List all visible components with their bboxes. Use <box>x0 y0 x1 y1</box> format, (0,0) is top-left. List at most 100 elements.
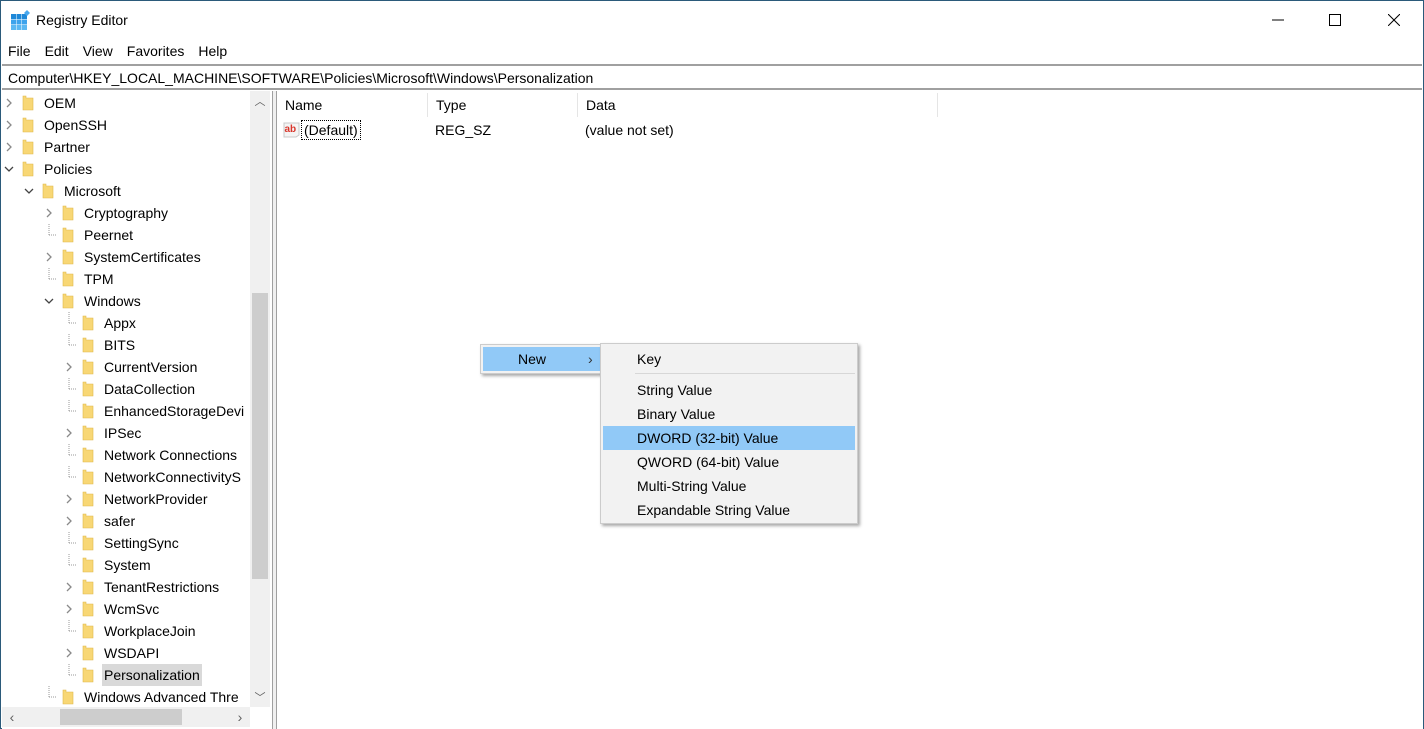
chevron-down-icon[interactable] <box>22 180 36 202</box>
close-button[interactable] <box>1365 1 1423 39</box>
folder-icon <box>82 491 94 507</box>
menu-view[interactable]: View <box>83 43 113 59</box>
chevron-right-icon[interactable] <box>2 114 16 136</box>
folder-icon <box>22 95 34 111</box>
address-bar[interactable]: Computer\HKEY_LOCAL_MACHINE\SOFTWARE\Pol… <box>2 64 1422 90</box>
tree-item-label: Windows <box>84 293 141 309</box>
submenu-multi-string-value[interactable]: Multi-String Value <box>603 474 855 498</box>
context-menu-new[interactable]: New › <box>483 347 602 371</box>
tree-item-label: TPM <box>84 271 114 287</box>
value-name-cell[interactable]: ab (Default) <box>283 119 361 141</box>
tree-item[interactable]: Cryptography <box>42 202 170 224</box>
chevron-right-icon[interactable] <box>62 488 76 510</box>
chevron-right-icon[interactable] <box>2 92 16 114</box>
tree-connector <box>62 312 76 334</box>
tree-item-label: Appx <box>104 315 136 331</box>
column-header-name[interactable]: Name <box>277 93 428 117</box>
chevron-right-icon[interactable] <box>62 356 76 378</box>
chevron-down-icon[interactable] <box>2 158 16 180</box>
tree-item[interactable]: TPM <box>42 268 116 290</box>
tree-item[interactable]: SettingSync <box>62 532 181 554</box>
chevron-right-icon[interactable] <box>42 246 56 268</box>
tree-item[interactable]: DataCollection <box>62 378 197 400</box>
tree-horizontal-scroll-thumb[interactable] <box>60 709 182 725</box>
new-label: New <box>518 351 547 367</box>
tree-item[interactable]: Personalization <box>62 664 202 686</box>
scroll-right-arrow-icon[interactable]: › <box>230 707 250 727</box>
tree-item[interactable]: BITS <box>62 334 137 356</box>
folder-icon <box>82 359 94 375</box>
tree-item-label: OpenSSH <box>44 117 108 133</box>
tree-item-label: SystemCertificates <box>84 249 201 265</box>
tree-vertical-scrollbar[interactable]: ︿ ﹀ <box>250 91 270 707</box>
submenu-separator <box>635 373 855 374</box>
tree-horizontal-scrollbar[interactable]: ‹ › <box>2 707 250 727</box>
value-type: REG_SZ <box>435 122 492 138</box>
folder-icon <box>82 623 94 639</box>
maximize-button[interactable] <box>1306 1 1364 39</box>
menu-file[interactable]: File <box>8 43 31 59</box>
tree-item[interactable]: Peernet <box>42 224 135 246</box>
chevron-right-icon[interactable] <box>62 422 76 444</box>
tree-connector <box>62 532 76 554</box>
tree-item[interactable]: NetworkProvider <box>62 488 209 510</box>
tree-item[interactable]: Appx <box>62 312 138 334</box>
menu-favorites[interactable]: Favorites <box>127 43 185 59</box>
column-header-type[interactable]: Type <box>428 93 578 117</box>
tree-item[interactable]: Windows Advanced Thre <box>42 686 241 708</box>
tree-item[interactable]: Policies <box>2 158 94 180</box>
folder-icon <box>82 579 94 595</box>
tree-item[interactable]: System <box>62 554 153 576</box>
tree-item[interactable]: WSDAPI <box>62 642 161 664</box>
tree-item[interactable]: WcmSvc <box>62 598 161 620</box>
submenu-string-value[interactable]: String Value <box>603 378 855 402</box>
submenu-key[interactable]: Key <box>603 347 855 371</box>
tree-connector <box>62 378 76 400</box>
chevron-right-icon[interactable] <box>62 642 76 664</box>
tree-item[interactable]: NetworkConnectivityS <box>62 466 243 488</box>
folder-icon <box>82 425 94 441</box>
tree-item[interactable]: IPSec <box>62 422 143 444</box>
scroll-up-arrow-icon[interactable]: ︿ <box>250 91 270 111</box>
tree-item-label: CurrentVersion <box>104 359 198 375</box>
tree-item[interactable]: Partner <box>2 136 92 158</box>
tree-vertical-scroll-thumb[interactable] <box>252 293 268 579</box>
registry-editor-window: Registry Editor File Edit View Favorites… <box>0 0 1424 729</box>
chevron-right-icon[interactable] <box>62 576 76 598</box>
chevron-right-icon[interactable] <box>62 510 76 532</box>
menu-help[interactable]: Help <box>198 43 227 59</box>
tree-item-label: Policies <box>44 161 93 177</box>
title-bar[interactable]: Registry Editor <box>1 1 1423 39</box>
submenu-expandable-string-value[interactable]: Expandable String Value <box>603 498 855 522</box>
tree-connector <box>62 334 76 356</box>
tree-item[interactable]: WorkplaceJoin <box>62 620 198 642</box>
column-header-data[interactable]: Data <box>578 93 938 117</box>
tree-item[interactable]: SystemCertificates <box>42 246 203 268</box>
submenu-qword-value[interactable]: QWORD (64-bit) Value <box>603 450 855 474</box>
tree-item-label: WSDAPI <box>104 645 160 661</box>
tree-item[interactable]: OpenSSH <box>2 114 109 136</box>
tree-item[interactable]: CurrentVersion <box>62 356 199 378</box>
submenu-dword-value[interactable]: DWORD (32-bit) Value <box>603 426 855 450</box>
scroll-down-arrow-icon[interactable]: ﹀ <box>250 687 270 707</box>
menu-bar: File Edit View Favorites Help <box>1 39 1423 63</box>
minimize-button[interactable] <box>1249 1 1307 39</box>
tree-item[interactable]: Windows <box>42 290 143 312</box>
tree-item[interactable]: OEM <box>2 92 78 114</box>
chevron-right-icon[interactable] <box>62 598 76 620</box>
folder-icon <box>82 535 94 551</box>
submenu-binary-value[interactable]: Binary Value <box>603 402 855 426</box>
chevron-down-icon[interactable] <box>42 290 56 312</box>
menu-edit[interactable]: Edit <box>45 43 69 59</box>
value-name: (Default) <box>301 120 361 140</box>
chevron-right-icon[interactable] <box>42 202 56 224</box>
tree-item[interactable]: EnhancedStorageDevi <box>62 400 246 422</box>
tree-item[interactable]: TenantRestrictions <box>62 576 221 598</box>
scroll-left-arrow-icon[interactable]: ‹ <box>2 707 22 727</box>
tree-item[interactable]: safer <box>62 510 137 532</box>
tree-item[interactable]: Network Connections <box>62 444 239 466</box>
tree-item[interactable]: Microsoft <box>22 180 123 202</box>
chevron-right-icon[interactable] <box>2 136 16 158</box>
tree-item-label: Microsoft <box>64 183 121 199</box>
tree-item-label: WorkplaceJoin <box>104 623 196 639</box>
